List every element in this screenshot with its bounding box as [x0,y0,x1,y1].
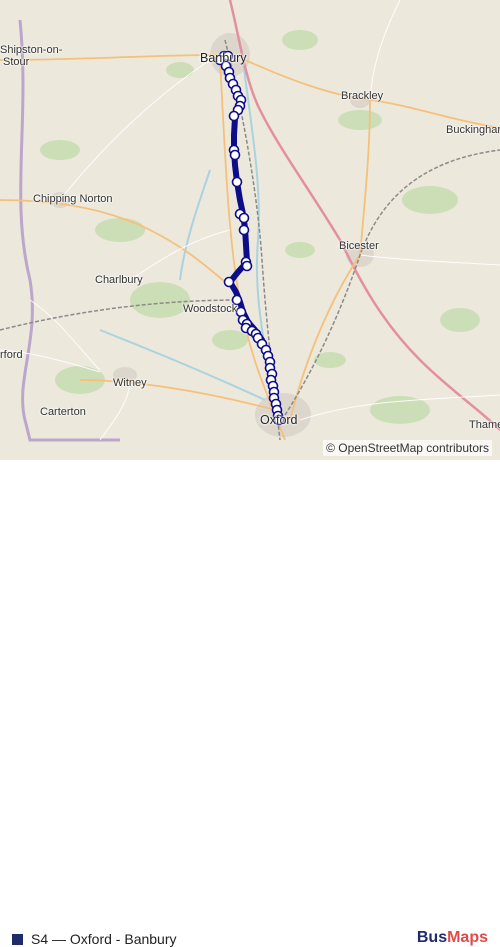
place-label-buckingham: Buckinghar [446,124,500,136]
place-label-burford: rford [0,349,23,361]
bus-stop-marker[interactable] [241,260,253,272]
bus-stop-marker[interactable] [238,212,250,224]
map-base-layer [0,0,500,442]
place-label-chipping-norton: Chipping Norton [33,193,113,205]
place-label-charlbury: Charlbury [95,274,143,286]
route-name-label: S4 — Oxford - Banbury [31,931,177,947]
bus-stop-marker[interactable] [229,149,241,161]
place-label-woodstock: Woodstock [183,303,238,315]
map-view[interactable]: Banbury Brackley Buckinghar Shipston-on-… [0,0,500,460]
place-label-witney: Witney [113,377,147,389]
place-label-banbury: Banbury [200,51,247,65]
busmaps-logo[interactable]: BusMaps [417,929,488,947]
brand-part-bus: Bus [416,929,448,946]
bus-stop-marker[interactable] [231,176,243,188]
brand-part-maps: Maps [447,929,488,946]
place-label-bicester: Bicester [339,240,379,252]
place-label-brackley: Brackley [341,90,384,102]
place-label-oxford: Oxford [260,413,298,427]
bus-stop-marker[interactable] [238,224,250,236]
legend-footer: S4 — Oxford - Banbury BusMaps [0,460,500,947]
map-attribution[interactable]: © OpenStreetMap contributors [323,440,492,456]
bus-stop-marker[interactable] [223,276,235,288]
place-label-shipston-line2: Stour [3,56,30,68]
forest-areas [40,30,480,424]
place-label-carterton: Carterton [40,406,86,418]
place-label-thame: Thame [469,419,500,431]
route-color-swatch [12,934,23,945]
bus-stop-marker[interactable] [228,110,240,122]
